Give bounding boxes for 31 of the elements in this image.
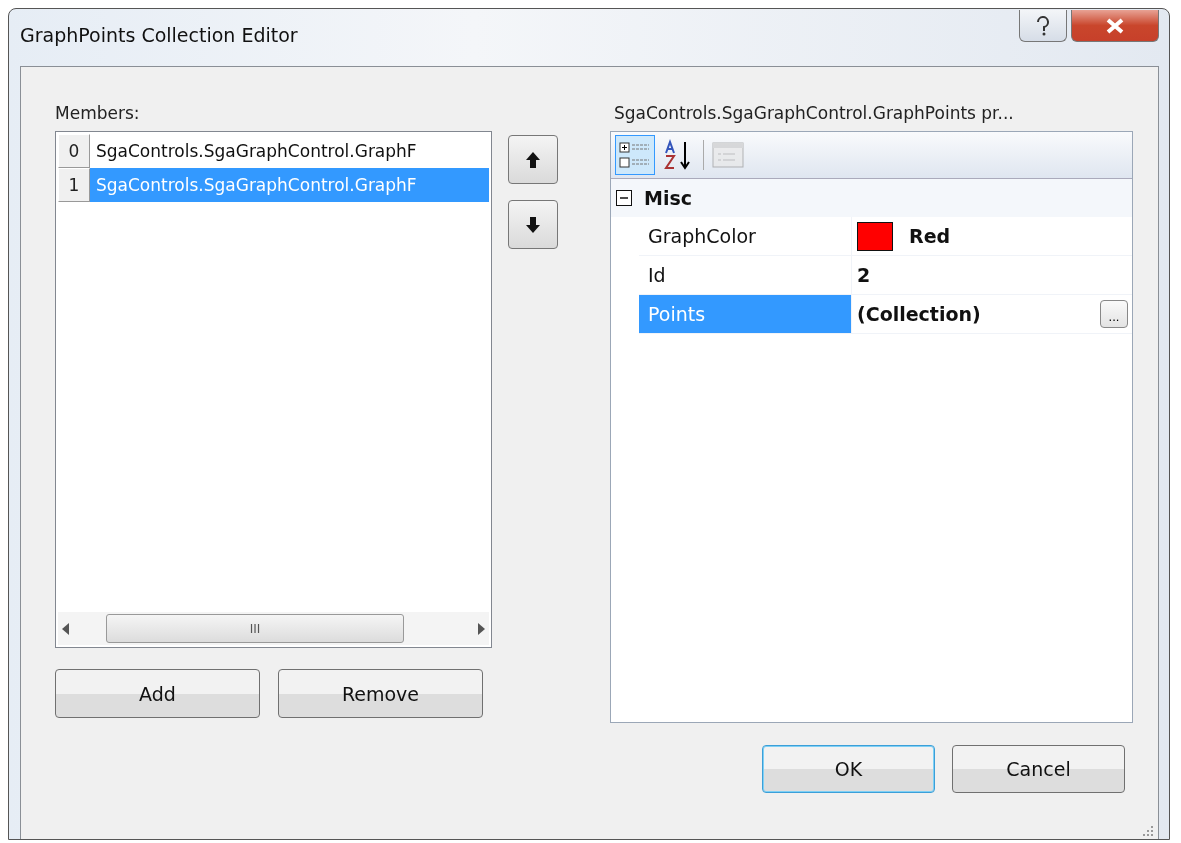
member-index: 0 xyxy=(58,134,90,168)
arrow-up-icon xyxy=(526,151,540,168)
member-index: 1 xyxy=(58,168,90,202)
arrow-down-icon xyxy=(526,216,540,233)
window-title: GraphPoints Collection Editor xyxy=(20,24,298,46)
property-value[interactable]: (Collection) xyxy=(857,303,1084,325)
add-button[interactable]: Add xyxy=(55,669,260,718)
cancel-button[interactable]: Cancel xyxy=(952,745,1125,793)
property-value[interactable]: 2 xyxy=(857,264,1128,286)
collapse-icon[interactable] xyxy=(616,190,632,206)
close-icon xyxy=(1105,17,1125,34)
scroll-thumb[interactable]: III xyxy=(106,614,404,643)
properties-label: SgaControls.SgaGraphControl.GraphPoints pr... xyxy=(614,103,1015,125)
ok-button[interactable]: OK xyxy=(762,745,935,793)
scroll-right-icon xyxy=(477,622,485,635)
ellipsis-button[interactable]: ... xyxy=(1100,300,1128,328)
resize-grip-icon[interactable] xyxy=(1142,825,1154,837)
help-icon xyxy=(1036,15,1050,36)
scroll-left-icon xyxy=(62,622,70,635)
category-row[interactable]: Misc xyxy=(611,179,1132,217)
help-button[interactable] xyxy=(1019,10,1067,42)
move-up-button[interactable] xyxy=(508,135,558,184)
categorized-icon xyxy=(619,140,651,170)
property-pages-icon xyxy=(712,142,744,168)
move-down-button[interactable] xyxy=(508,200,558,249)
category-name: Misc xyxy=(644,187,692,209)
property-value[interactable]: Red xyxy=(909,225,1128,247)
close-button[interactable] xyxy=(1071,10,1159,42)
horizontal-scrollbar[interactable]: III xyxy=(58,612,489,645)
remove-button[interactable]: Remove xyxy=(278,669,483,718)
members-label: Members: xyxy=(55,103,141,125)
